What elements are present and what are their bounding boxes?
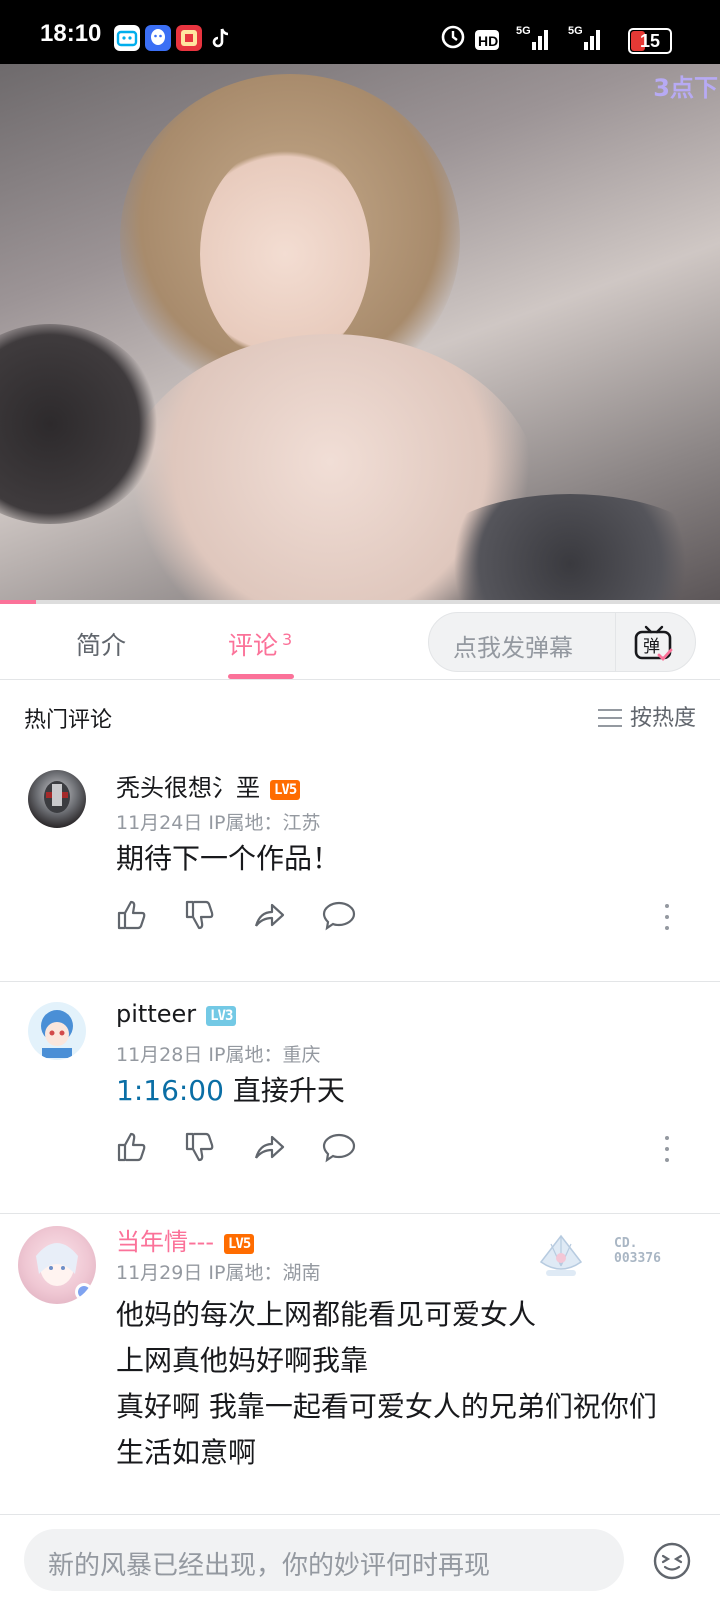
level-badge: LV5 (223, 1234, 255, 1254)
reply-icon[interactable] (322, 1130, 356, 1164)
sort-button[interactable]: 按热度 (597, 700, 696, 732)
share-icon[interactable] (252, 898, 286, 932)
comment-ip: IP属地：重庆 (208, 1044, 321, 1066)
comment-username[interactable]: 当年情--- LV5 (116, 1222, 255, 1257)
tab-comments-label: 评论 (228, 631, 279, 660)
comment-text-line: 生活如意啊 (116, 1436, 257, 1469)
signal-icon: 5G (516, 22, 552, 50)
hot-comments-title: 热门评论 (24, 708, 113, 733)
video-player[interactable]: 3点下 (0, 64, 720, 604)
danmaku-placeholder: 点我发弹幕 (453, 634, 573, 662)
danmaku-divider (615, 613, 616, 671)
username-text: 当年情--- (116, 1228, 214, 1256)
comment-meta: 11月24日 IP属地：江苏 (116, 808, 320, 835)
comment-text-line: 真好啊 我靠一起看可爱女人的兄弟们祝你们 (116, 1390, 657, 1423)
status-time: 18:10 (40, 20, 102, 47)
comment-username[interactable]: 秃头很想氵垩 LV5 (116, 768, 301, 803)
thumbs-down-icon[interactable] (184, 1130, 218, 1164)
hd-icon: HD (474, 28, 508, 56)
comment-meta: 11月28日 IP属地：重庆 (116, 1040, 320, 1067)
qq-app-icon (145, 25, 171, 51)
comment-item: 秃头很想氵垩 LV5 11月24日 IP属地：江苏 期待下一个作品！ (0, 750, 720, 982)
tab-comments-count: 3 (282, 630, 293, 649)
thumbs-up-icon[interactable] (116, 1130, 150, 1164)
hot-comments-header: 热门评论 按热度 (0, 680, 720, 750)
signal-icon: 5G (566, 22, 606, 50)
comment-date: 11月29日 (116, 1262, 203, 1284)
comment-text: 期待下一个作品！ (116, 842, 341, 875)
tiktok-app-icon (208, 25, 234, 51)
danmaku-icon-label: 弹 (643, 637, 660, 657)
tab-bar: 简介 评论 3 点我发弹幕 弹 (0, 604, 720, 680)
comment-item: 当年情--- LV5 11月29日 IP属地：湖南 CD. 003376 他妈的每… (0, 1214, 720, 1514)
share-icon[interactable] (252, 1130, 286, 1164)
danmaku-toggle-icon[interactable]: 弹 (633, 623, 675, 663)
comment-actions (116, 898, 696, 938)
thumbs-down-icon[interactable] (184, 898, 218, 932)
tab-active-indicator (228, 674, 294, 679)
comment-text-line: 他妈的每次上网都能看见可爱女人 (116, 1298, 537, 1331)
level-badge: LV5 (270, 780, 301, 800)
comment-ip: IP属地：江苏 (208, 812, 321, 834)
fan-badge-id: 003376 (614, 1251, 661, 1266)
reply-icon[interactable] (322, 898, 356, 932)
thumbs-up-icon[interactable] (116, 898, 150, 932)
tab-intro[interactable]: 简介 (76, 626, 126, 662)
video-corner-text: 3点下 (653, 74, 718, 102)
video-timestamp-link[interactable]: 1:16:00 (116, 1074, 224, 1107)
sort-label: 按热度 (629, 706, 696, 731)
battery-indicator: 15 (628, 28, 672, 54)
avatar[interactable] (18, 1226, 96, 1304)
avatar[interactable] (28, 1002, 86, 1060)
comment-text-line: 上网真他妈好啊我靠 (116, 1344, 369, 1377)
tab-comments[interactable]: 评论 3 (228, 626, 292, 662)
level-badge: LV3 (206, 1006, 237, 1026)
comment-actions (116, 1130, 696, 1170)
alarm-icon (440, 22, 466, 50)
emoji-icon[interactable] (652, 1541, 692, 1581)
bilibili-app-icon (114, 25, 140, 51)
svg-text:HD: HD (478, 33, 498, 49)
comment-username[interactable]: pitteer LV3 (116, 1000, 237, 1028)
comment-input-placeholder: 新的风暴已经出现，你的妙评何时再现 (48, 1551, 491, 1581)
comment-input-bar: 新的风暴已经出现，你的妙评何时再现 (0, 1514, 720, 1604)
comment-input[interactable]: 新的风暴已经出现，你的妙评何时再现 (24, 1529, 624, 1591)
comment-meta: 11月29日 IP属地：湖南 (116, 1258, 320, 1285)
video-frame-face (200, 144, 370, 364)
list-icon (597, 709, 622, 727)
taobao-app-icon (176, 25, 202, 51)
battery-level: 15 (639, 31, 661, 51)
status-bar: 18:10 HD 5G 5G 15 (0, 0, 720, 64)
comment-text: 他妈的每次上网都能看见可爱女人 上网真他妈好啊我靠 真好啊 我靠一起看可爱女人的… (116, 1292, 657, 1476)
comment-text-body: 直接升天 (223, 1074, 345, 1107)
danmaku-input[interactable]: 点我发弹幕 弹 (428, 612, 696, 672)
comment-text: 1:16:00 直接升天 (116, 1068, 345, 1114)
avatar[interactable] (28, 770, 86, 828)
fan-badge-prefix: CD. (614, 1236, 638, 1251)
fan-badge-number: CD. 003376 (614, 1236, 661, 1266)
comment-ip: IP属地：湖南 (208, 1262, 321, 1284)
tab-intro-label: 简介 (76, 631, 127, 660)
more-options-icon[interactable] (664, 1136, 670, 1164)
fan-badge-shell-icon[interactable] (536, 1232, 586, 1282)
more-options-icon[interactable] (664, 904, 670, 932)
comment-item: pitteer LV3 11月28日 IP属地：重庆 1:16:00 直接升天 (0, 982, 720, 1214)
comment-date: 11月28日 (116, 1044, 203, 1066)
username-text: pitteer (116, 1000, 197, 1028)
svg-text:5G: 5G (568, 25, 583, 37)
username-text: 秃头很想氵垩 (116, 774, 260, 802)
svg-text:5G: 5G (516, 25, 531, 37)
comment-date: 11月24日 (116, 812, 203, 834)
